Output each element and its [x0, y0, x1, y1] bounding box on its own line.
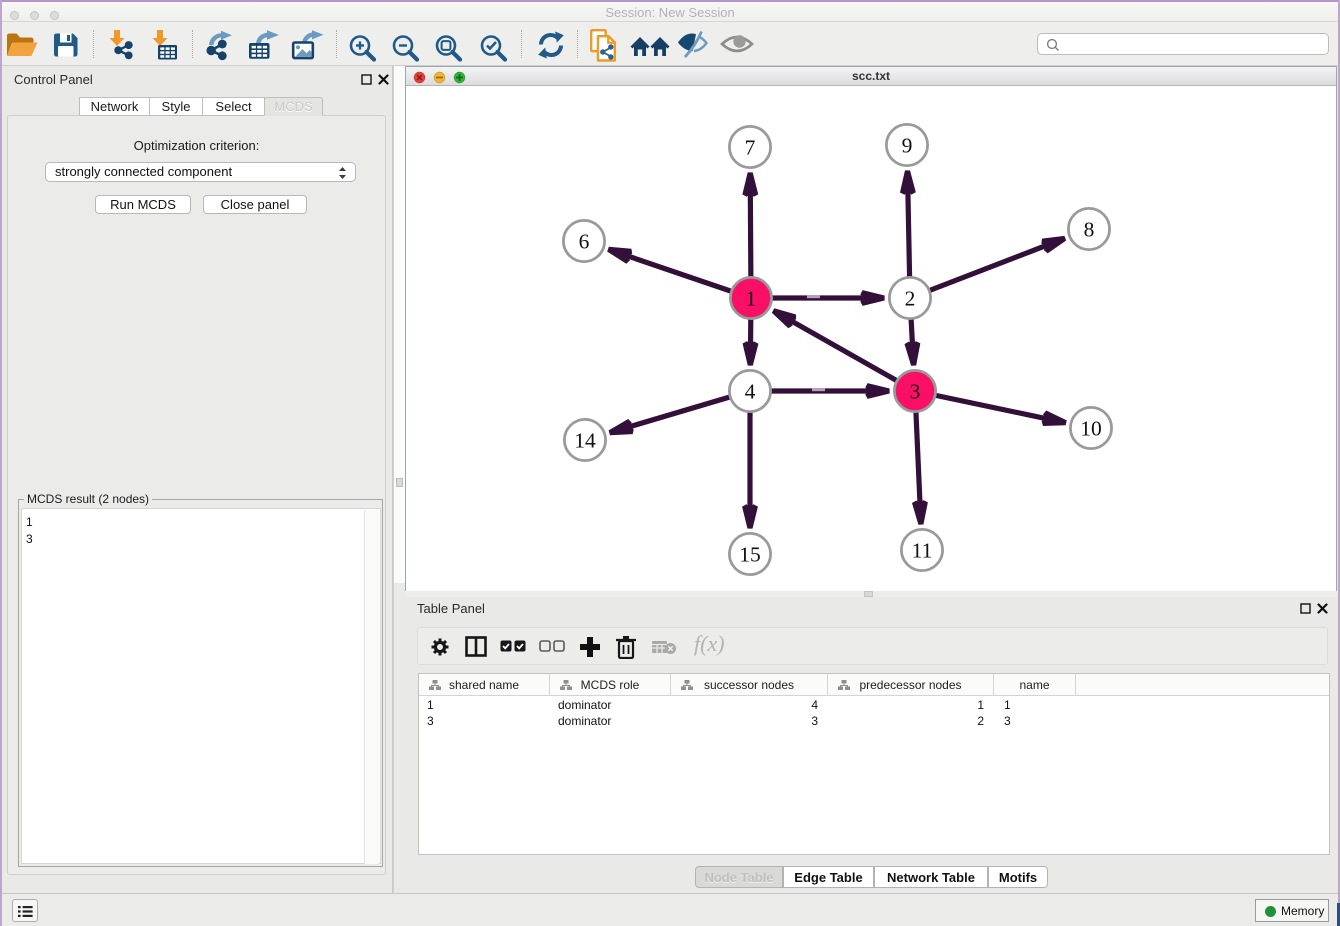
svg-text:11: 11: [912, 539, 933, 563]
svg-text:9: 9: [902, 134, 913, 158]
svg-text:1: 1: [746, 287, 757, 311]
svg-text:10: 10: [1080, 417, 1102, 441]
svg-text:7: 7: [745, 136, 756, 160]
svg-text:15: 15: [739, 543, 761, 567]
svg-text:6: 6: [579, 230, 590, 254]
svg-text:14: 14: [574, 429, 596, 453]
svg-text:3: 3: [910, 380, 921, 404]
svg-text:8: 8: [1084, 218, 1095, 242]
svg-text:2: 2: [905, 287, 916, 311]
svg-text:4: 4: [745, 380, 756, 404]
